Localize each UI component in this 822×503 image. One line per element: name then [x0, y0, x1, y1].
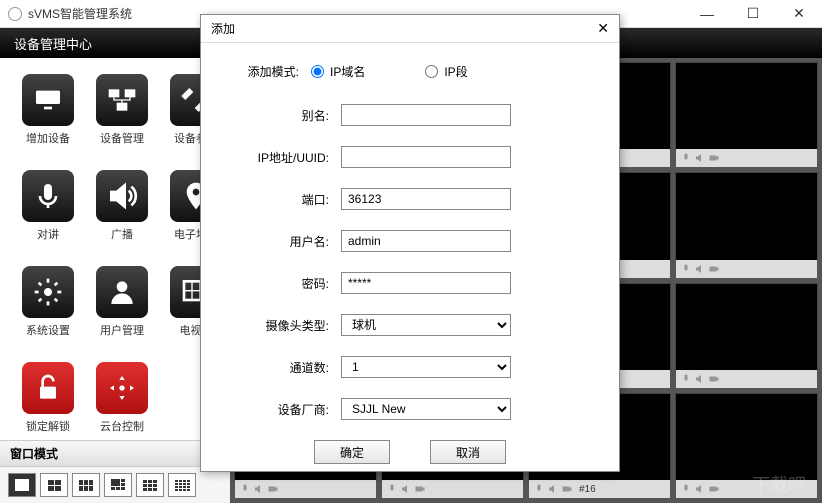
- ptz-icon: [96, 362, 148, 414]
- port-label: 端口:: [231, 191, 341, 208]
- sidebar: 增加设备设备管理设备参数对讲广播电子地图系统设置用户管理电视墙锁定解锁云台控制 …: [0, 58, 230, 503]
- sys-settings-icon: [22, 266, 74, 318]
- layout-4[interactable]: [40, 473, 68, 497]
- video-cell[interactable]: [675, 283, 818, 371]
- vendor-select[interactable]: SJJL New: [341, 398, 511, 420]
- mic-icon: [680, 373, 692, 385]
- camtype-label: 摄像头类型:: [231, 317, 341, 334]
- camera-icon: [708, 263, 720, 275]
- user-input[interactable]: [341, 230, 511, 252]
- add-device-icon: [22, 74, 74, 126]
- alias-label: 别名:: [231, 107, 341, 124]
- layout-1[interactable]: [8, 473, 36, 497]
- camera-icon: [708, 152, 720, 164]
- broadcast-icon: [96, 170, 148, 222]
- camera-icon: [708, 373, 720, 385]
- user-mgmt-icon: [96, 266, 148, 318]
- ok-button[interactable]: 确定: [314, 440, 390, 464]
- tool-device-mgmt[interactable]: 设备管理: [92, 74, 152, 146]
- camera-icon: [561, 483, 573, 495]
- tool-add-device[interactable]: 增加设备: [18, 74, 78, 146]
- speaker-icon: [694, 263, 706, 275]
- channels-label: 通道数:: [231, 359, 341, 376]
- speaker-icon: [694, 483, 706, 495]
- app-title: sVMS智能管理系统: [28, 5, 132, 22]
- pass-label: 密码:: [231, 275, 341, 292]
- ip-input[interactable]: [341, 146, 511, 168]
- layout-9[interactable]: [136, 473, 164, 497]
- cell-footer: [676, 149, 817, 167]
- mic-icon: [239, 483, 251, 495]
- mic-icon: [680, 483, 692, 495]
- dialog-titlebar: 添加 ✕: [201, 15, 619, 43]
- camera-icon: [708, 483, 720, 495]
- layout-8[interactable]: [104, 473, 132, 497]
- cell-footer: [382, 480, 523, 498]
- tool-lock[interactable]: 锁定解锁: [18, 362, 78, 434]
- dialog-title: 添加: [211, 20, 235, 37]
- mic-icon: [386, 483, 398, 495]
- mic-icon: [680, 263, 692, 275]
- pass-input[interactable]: [341, 272, 511, 294]
- tool-label: 锁定解锁: [26, 418, 70, 434]
- camera-icon: [414, 483, 426, 495]
- cell-footer: [235, 480, 376, 498]
- tool-sys-settings[interactable]: 系统设置: [18, 266, 78, 338]
- mic-icon: [533, 483, 545, 495]
- channels-select[interactable]: 1: [341, 356, 511, 378]
- tool-label: 系统设置: [26, 322, 70, 338]
- layout-row: [0, 467, 230, 503]
- device-mgmt-icon: [96, 74, 148, 126]
- cell-label: #16: [579, 484, 596, 495]
- tool-label: 广播: [111, 226, 133, 242]
- cell-footer: #16: [529, 480, 670, 498]
- speaker-icon: [253, 483, 265, 495]
- add-mode-label: 添加模式:: [231, 63, 311, 80]
- tool-label: 对讲: [37, 226, 59, 242]
- layout-6[interactable]: [72, 473, 100, 497]
- dialog-close-button[interactable]: ✕: [597, 20, 609, 37]
- radio-ip-range-input[interactable]: [425, 65, 438, 78]
- tool-label: 设备管理: [100, 130, 144, 146]
- close-button[interactable]: ✕: [776, 0, 822, 28]
- tool-ptz[interactable]: 云台控制: [92, 362, 152, 434]
- alias-input[interactable]: [341, 104, 511, 126]
- speaker-icon: [694, 373, 706, 385]
- tool-intercom[interactable]: 对讲: [18, 170, 78, 242]
- cell-footer: [676, 480, 817, 498]
- radio-ip-domain[interactable]: IP域名: [311, 63, 365, 80]
- tool-broadcast[interactable]: 广播: [92, 170, 152, 242]
- app-icon: [8, 7, 22, 21]
- tool-label: 云台控制: [100, 418, 144, 434]
- camera-icon: [267, 483, 279, 495]
- radio-ip-domain-input[interactable]: [311, 65, 324, 78]
- minimize-button[interactable]: —: [684, 0, 730, 28]
- window-mode-label: 窗口模式: [0, 440, 230, 467]
- section-title: 设备管理中心: [14, 34, 92, 53]
- maximize-button[interactable]: ☐: [730, 0, 776, 28]
- speaker-icon: [547, 483, 559, 495]
- mic-icon: [680, 152, 692, 164]
- lock-icon: [22, 362, 74, 414]
- vendor-label: 设备厂商:: [231, 401, 341, 418]
- speaker-icon: [400, 483, 412, 495]
- tool-label: 增加设备: [26, 130, 70, 146]
- port-input[interactable]: [341, 188, 511, 210]
- cancel-button[interactable]: 取消: [430, 440, 506, 464]
- ip-label: IP地址/UUID:: [231, 149, 341, 166]
- tool-user-mgmt[interactable]: 用户管理: [92, 266, 152, 338]
- add-dialog: 添加 ✕ 添加模式: IP域名 IP段 别名: IP地址/UUID: 端口:: [200, 14, 620, 472]
- intercom-icon: [22, 170, 74, 222]
- video-cell[interactable]: [675, 62, 818, 150]
- speaker-icon: [694, 152, 706, 164]
- radio-ip-range[interactable]: IP段: [425, 63, 467, 80]
- cell-footer: [676, 260, 817, 278]
- camtype-select[interactable]: 球机: [341, 314, 511, 336]
- cell-footer: [676, 370, 817, 388]
- video-cell[interactable]: [675, 172, 818, 260]
- tool-label: 用户管理: [100, 322, 144, 338]
- user-label: 用户名:: [231, 233, 341, 250]
- layout-16[interactable]: [168, 473, 196, 497]
- video-cell[interactable]: [675, 393, 818, 481]
